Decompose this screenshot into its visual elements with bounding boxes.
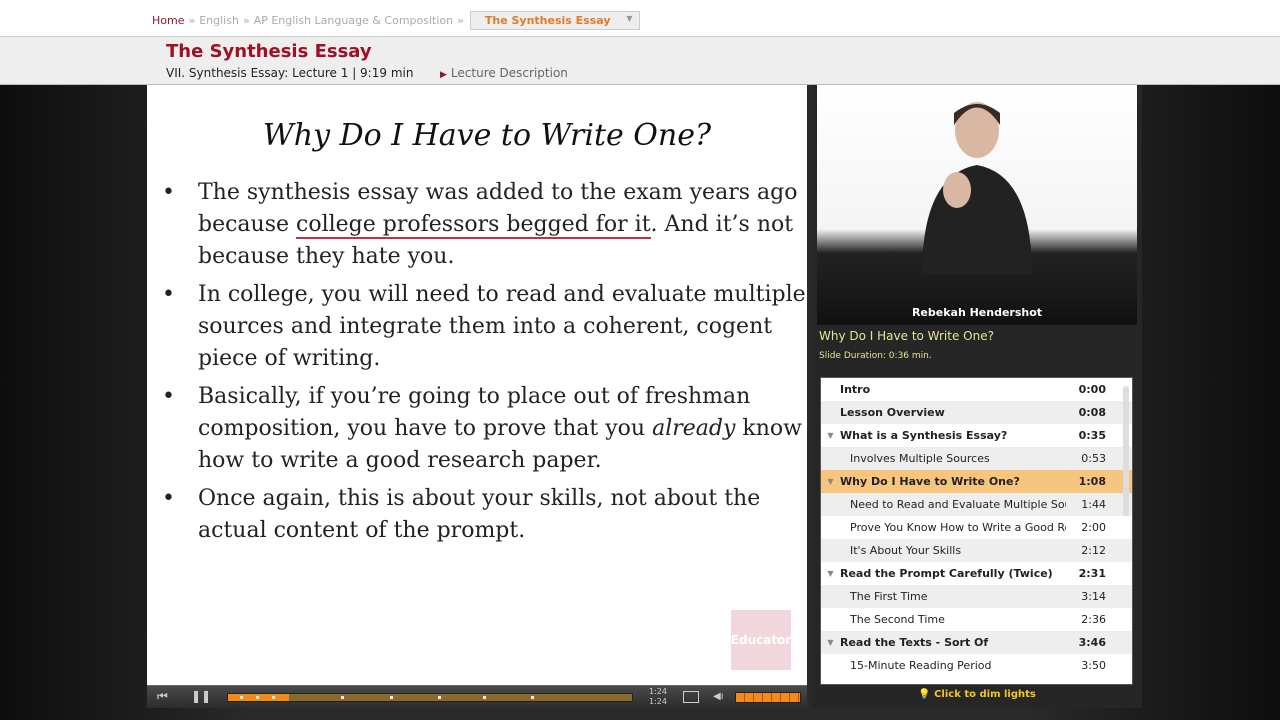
lesson-item[interactable]: The Second Time 2:36 [821,608,1132,631]
lesson-item[interactable]: ▼ Read the Texts - Sort Of 3:46 [821,631,1132,654]
lesson-list: Intro 0:00 Lesson Overview 0:08 ▼ What is a S… [820,377,1133,685]
lesson-title: What is a Synthesis Essay? [840,429,1008,442]
lesson-time: 3:50 [1081,659,1106,672]
slide-duration: Slide Duration: 0:36 min. [819,351,932,361]
lesson-time: 2:36 [1081,613,1106,626]
lesson-item[interactable]: Lesson Overview 0:08 [821,401,1132,424]
lesson-item[interactable]: ▼ Read the Prompt Carefully (Twice) 2:31 [821,562,1132,585]
lesson-time: 0:00 [1078,383,1106,396]
current-slide-title: Why Do I Have to Write One? [819,329,994,343]
triangle-down-icon: ▼ [827,569,834,578]
lesson-item[interactable]: Prove You Know How to Write a Good Resea… [821,516,1132,539]
lesson-item[interactable]: 15-Minute Reading Period 3:50 [821,654,1132,677]
triangle-down-icon: ▼ [827,431,834,440]
lecture-header: The Synthesis Essay VII. Synthesis Essay… [0,37,1280,85]
chapter-marker [389,696,393,699]
lesson-time: 1:44 [1081,498,1106,511]
lesson-item[interactable]: The First Time 3:14 [821,585,1132,608]
lesson-time: 0:35 [1078,429,1106,442]
chapter-marker [256,696,260,699]
lesson-time: 0:08 [1078,406,1106,419]
chapter-marker [531,696,534,699]
chapter-marker [341,696,345,699]
educator-logo: Educator [731,610,791,670]
lesson-title: Why Do I Have to Write One? [840,475,1020,488]
lesson-time: 0:53 [1081,452,1106,465]
bullet: Once again, this is about your skills, n… [162,483,807,547]
lesson-time: 2:12 [1081,544,1106,557]
page-title: The Synthesis Essay [166,41,372,62]
lesson-title: The Second Time [850,613,945,626]
chapter-marker [272,696,276,699]
chapter-marker [240,696,244,699]
presenter-name: Rebekah Hendershot [911,306,1043,319]
pause-icon[interactable]: ❚❚ [191,689,211,703]
breadcrumb-home[interactable]: Home [152,14,184,27]
dim-lights-button[interactable]: 💡 Click to dim lights [812,689,1142,700]
breadcrumb-ap-english[interactable]: AP English Language & Composition [254,14,453,27]
lesson-title: 15-Minute Reading Period [850,659,992,672]
slide-bullets: The synthesis essay was added to the exa… [162,177,807,553]
lesson-title: Involves Multiple Sources [850,452,990,465]
presenter-video[interactable]: Rebekah Hendershot [817,85,1137,325]
bullet: In college, you will need to read and ev… [162,279,807,375]
triangle-down-icon: ▼ [827,638,834,647]
triangle-down-icon: ▼ [827,477,834,486]
lesson-title: Lesson Overview [840,406,945,419]
lesson-item[interactable]: Intro 0:00 [821,378,1132,401]
time-readout: 1:24 1:24 [649,687,667,706]
presenter-image [922,102,1032,275]
lightbulb-icon: 💡 [918,689,931,700]
volume-icon[interactable]: ◀ı [713,691,723,702]
lesson-item[interactable]: Need to Read and Evaluate Multiple Sourc… [821,493,1132,516]
chevron-down-icon: ▼ [626,14,633,23]
previous-icon[interactable]: ⏮ [157,689,168,704]
lesson-title: The First Time [850,590,928,603]
lesson-time: 2:31 [1078,567,1106,580]
breadcrumb: Home» English» AP English Language & Com… [152,11,640,30]
lesson-item[interactable]: ▼ Why Do I Have to Write One? 1:08 [821,470,1132,493]
lesson-title: It's About Your Skills [850,544,962,557]
slide: Why Do I Have to Write One? The synthesi… [147,85,807,685]
slide-title: Why Do I Have to Write One? [262,118,712,153]
chapter-marker [482,696,486,699]
lesson-title: Intro [840,383,871,396]
lesson-title: Prove You Know How to Write a Good Resea… [850,521,1066,534]
lesson-item[interactable]: ▼ What is a Synthesis Essay? 0:35 [821,424,1132,447]
lesson-title: Read the Texts - Sort Of [840,636,989,649]
top-bar: Home» English» AP English Language & Com… [0,0,1280,37]
lesson-time: 1:08 [1078,475,1106,488]
scrollbar[interactable] [1123,386,1129,516]
player-controls: ⏮ ❚❚ 1:24 1:24 ◀ı [147,685,807,708]
seek-bar[interactable] [227,693,633,702]
bullet: The synthesis essay was added to the exa… [162,177,807,273]
lesson-time: 3:46 [1078,636,1106,649]
caret-right-icon: ▶ [440,70,447,80]
chapter-marker [438,696,442,699]
breadcrumb-current: The Synthesis Essay [484,14,611,27]
lesson-title: Need to Read and Evaluate Multiple Sourc… [850,498,1066,511]
breadcrumb-current-dropdown[interactable]: The Synthesis Essay ▼ [469,11,640,30]
lesson-item[interactable]: Involves Multiple Sources 0:53 [821,447,1132,470]
volume-slider[interactable] [735,692,801,703]
bullet: Basically, if you’re going to place out … [162,381,807,477]
lesson-time: 2:00 [1081,521,1106,534]
breadcrumb-english[interactable]: English [199,14,239,27]
lecture-subtitle: VII. Synthesis Essay: Lecture 1 | 9:19 m… [166,66,414,80]
lesson-item[interactable]: It's About Your Skills 2:12 [821,539,1132,562]
fullscreen-icon[interactable] [683,691,699,703]
lesson-time: 3:14 [1081,590,1106,603]
lecture-description-link[interactable]: ▶ Lecture Description [440,66,568,80]
lesson-title: Read the Prompt Carefully (Twice) [840,567,1053,580]
